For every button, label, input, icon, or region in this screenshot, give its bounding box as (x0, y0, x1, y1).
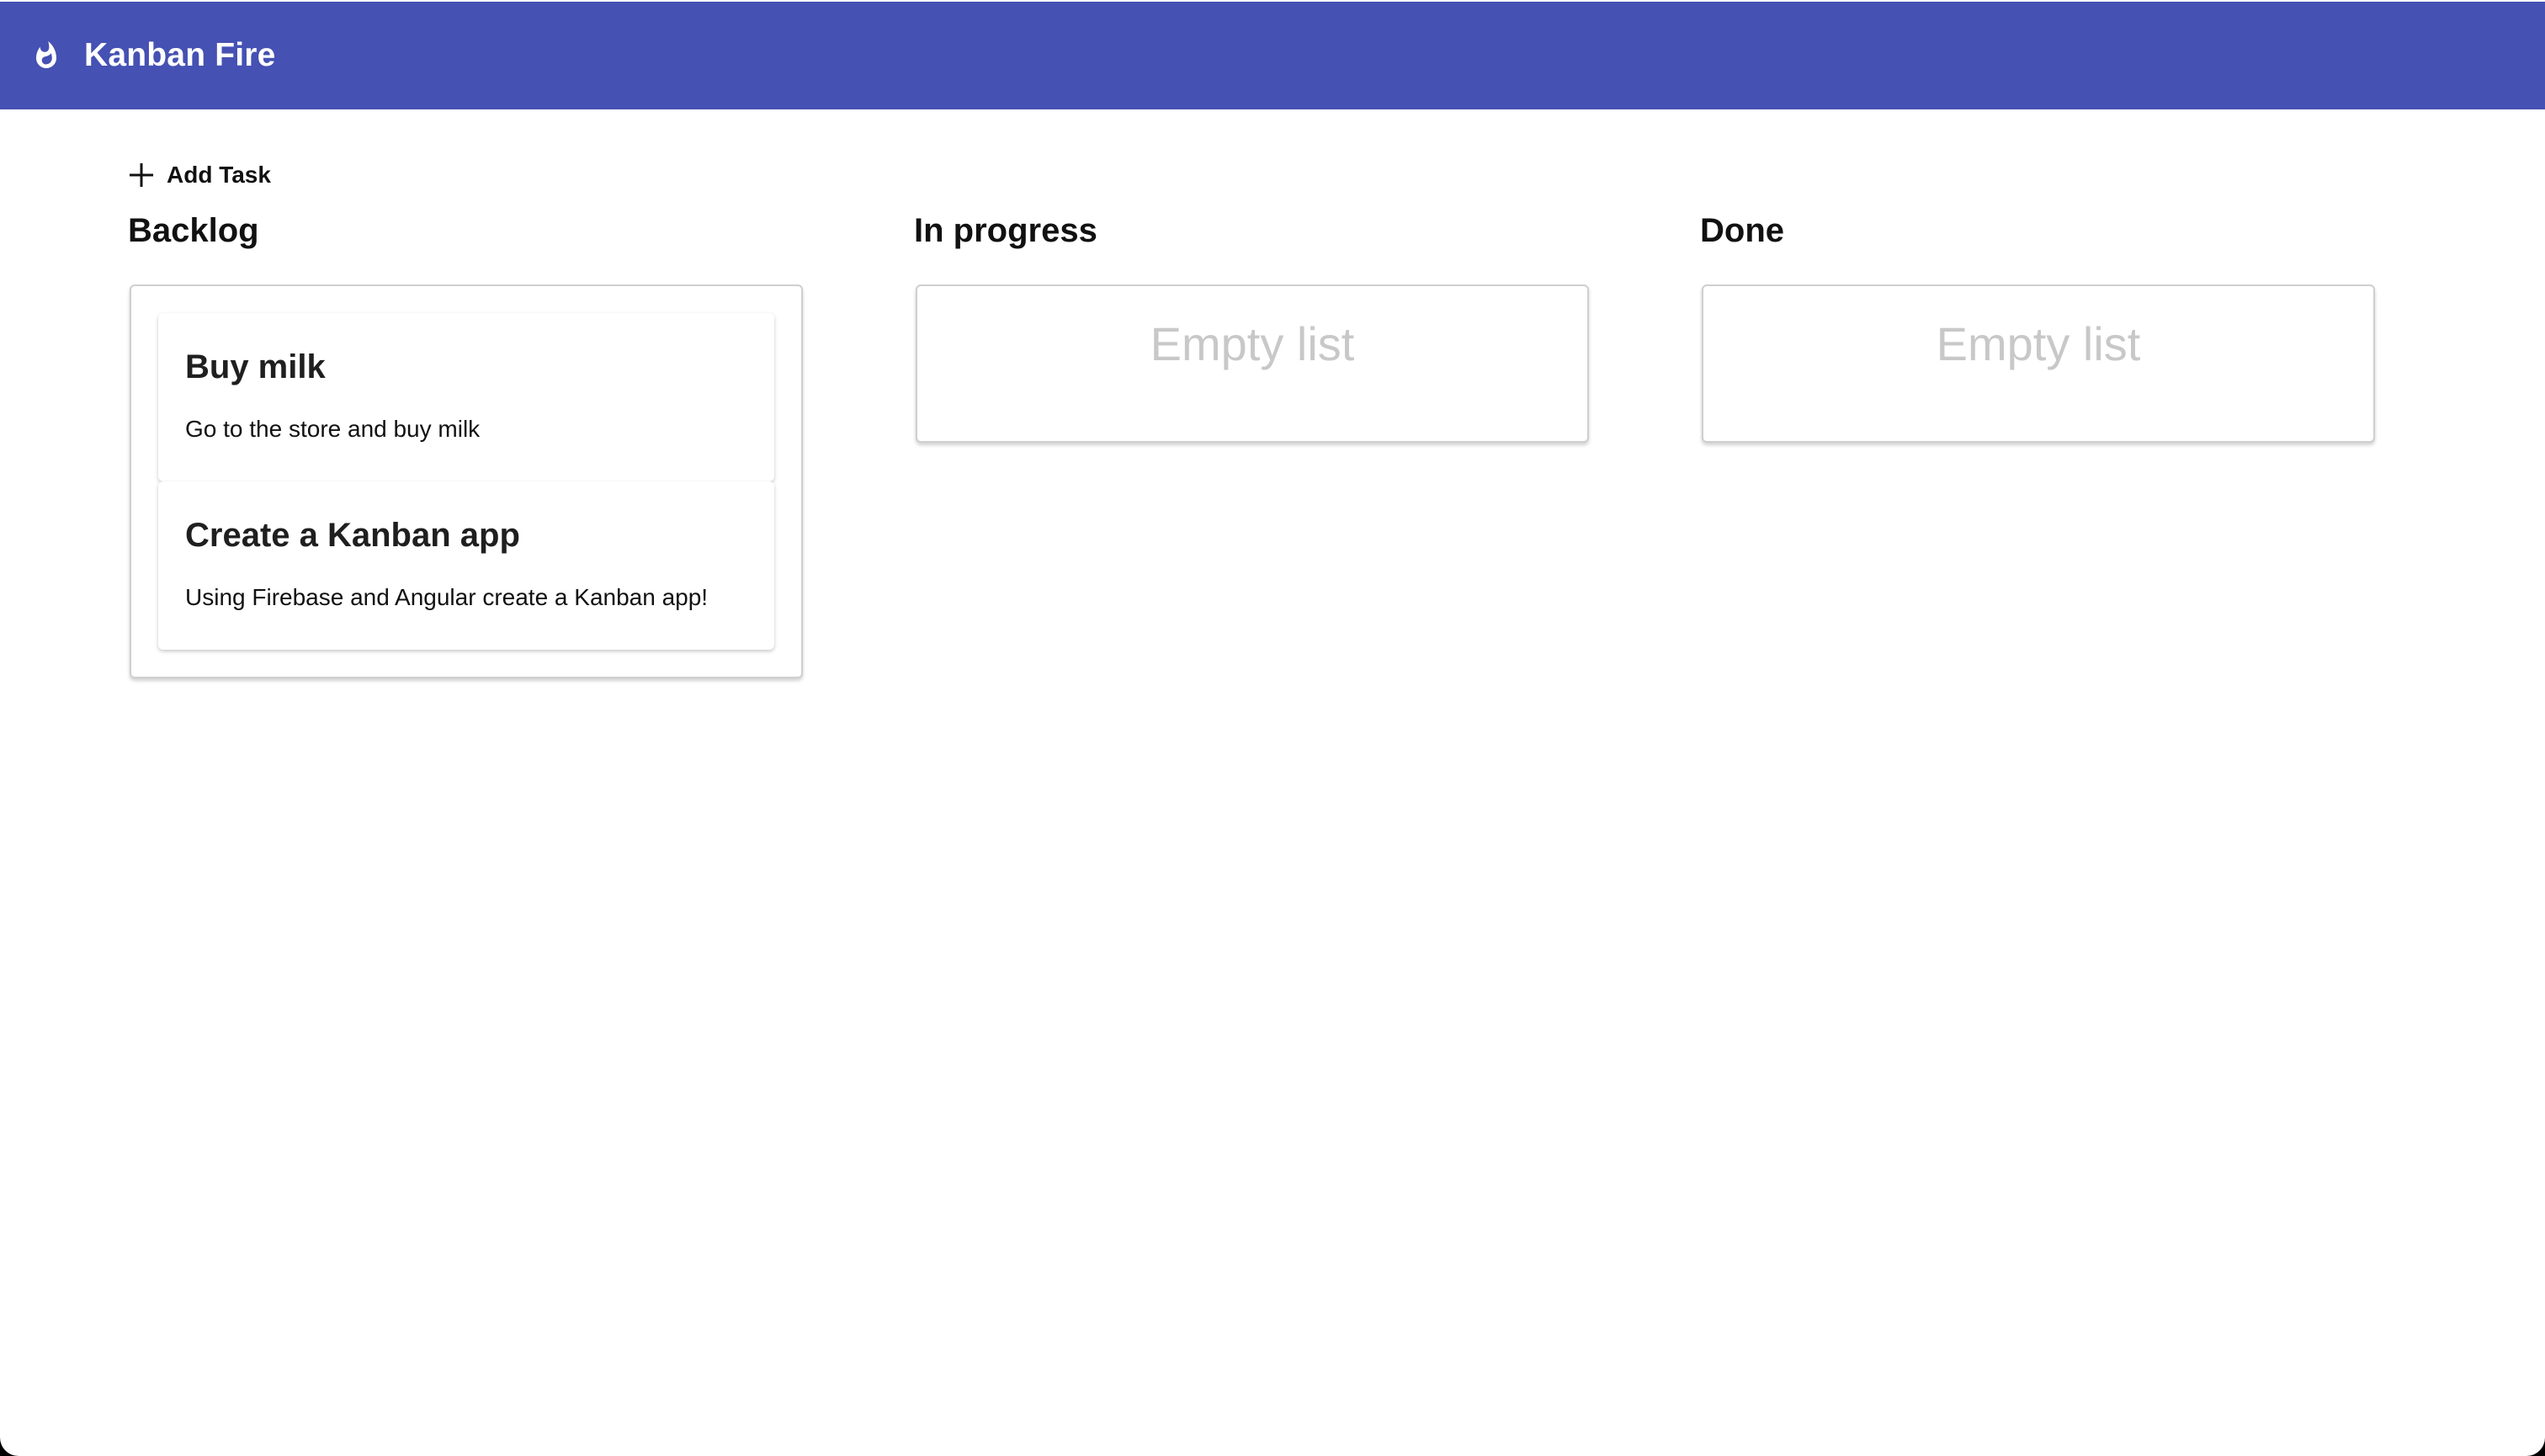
add-task-button[interactable]: Add Task (128, 157, 271, 194)
empty-list-text: Empty list (1936, 317, 2141, 370)
app-title: Kanban Fire (84, 37, 276, 73)
task-list-done[interactable]: Empty list (1702, 284, 2375, 443)
task-card[interactable]: Buy milk Go to the store and buy milk (158, 313, 774, 481)
plus-icon (128, 162, 155, 189)
empty-list-text: Empty list (1150, 317, 1355, 370)
column-in-progress: In progress Empty list (914, 207, 1589, 443)
fire-icon (29, 36, 64, 75)
task-description: Go to the store and buy milk (185, 416, 481, 442)
app-window: Kanban Fire Add Task Backlog Buy milk Go… (0, 0, 2545, 1456)
add-task-label: Add Task (167, 162, 271, 188)
column-backlog: Backlog Buy milk Go to the store and buy… (128, 207, 803, 678)
column-title: Done (1700, 212, 1784, 249)
task-list-in-progress[interactable]: Empty list (916, 284, 1589, 443)
task-list-backlog[interactable]: Buy milk Go to the store and buy milk Cr… (130, 284, 803, 678)
column-done: Done Empty list (1700, 207, 2375, 443)
task-title: Buy milk (185, 348, 326, 385)
task-description: Using Firebase and Angular create a Kanb… (185, 584, 709, 610)
app-toolbar: Kanban Fire (0, 2, 2545, 109)
column-title: Backlog (128, 212, 259, 249)
column-title: In progress (914, 212, 1097, 249)
task-card[interactable]: Create a Kanban app Using Firebase and A… (158, 481, 774, 650)
task-title: Create a Kanban app (185, 517, 520, 554)
